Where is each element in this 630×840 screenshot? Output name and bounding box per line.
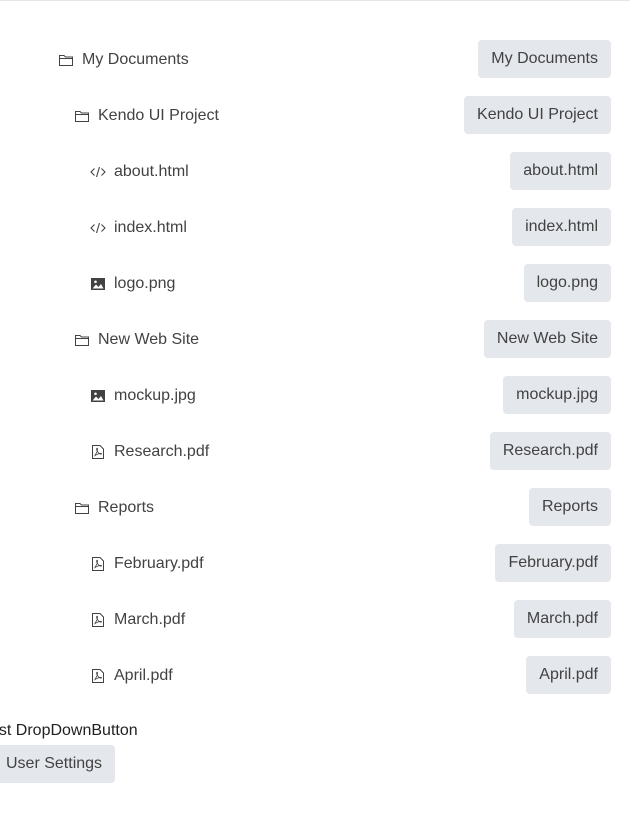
- tree-node-kendo-ui-project[interactable]: Kendo UI Project: [74, 88, 219, 144]
- tree-row: March.pdf March.pdf: [0, 592, 630, 648]
- tree-node-label: My Documents: [82, 51, 189, 68]
- file-tree: My Documents My Documents Kendo UI Proje…: [0, 32, 630, 704]
- kendo-ui-project-button[interactable]: Kendo UI Project: [464, 96, 611, 134]
- tree-node-mockup-jpg[interactable]: mockup.jpg: [90, 368, 196, 424]
- tree-row: Research.pdf Research.pdf: [0, 424, 630, 480]
- folder-icon: [58, 52, 74, 68]
- tree-node-label: New Web Site: [98, 331, 200, 348]
- tree-row: logo.png logo.png: [0, 256, 630, 312]
- april-pdf-button[interactable]: April.pdf: [526, 656, 611, 694]
- research-pdf-button[interactable]: Research.pdf: [489, 432, 611, 470]
- pdf-icon: [90, 668, 106, 684]
- folder-icon: [74, 500, 90, 516]
- tree-node-research-pdf[interactable]: Research.pdf: [90, 424, 209, 480]
- pdf-icon: [90, 444, 106, 460]
- tree-node-label: Research.pdf: [114, 443, 210, 460]
- tree-node-new-web-site[interactable]: New Web Site: [74, 312, 199, 368]
- image-icon: [90, 276, 106, 292]
- about-html-button[interactable]: about.html: [510, 152, 611, 190]
- tree-node-label: April.pdf: [114, 667, 173, 684]
- tree-node-label: Reports: [98, 499, 155, 516]
- tree-row: New Web Site New Web Site: [0, 312, 630, 368]
- code-icon: [90, 164, 106, 180]
- tree-row: index.html index.html: [0, 200, 630, 256]
- tree-node-february-pdf[interactable]: February.pdf: [90, 536, 204, 592]
- tree-node-logo-png[interactable]: logo.png: [90, 256, 175, 312]
- logo-png-button[interactable]: logo.png: [523, 264, 611, 302]
- tree-row: Kendo UI Project Kendo UI Project: [0, 88, 630, 144]
- march-pdf-button[interactable]: March.pdf: [513, 600, 611, 638]
- mockup-jpg-button[interactable]: mockup.jpg: [503, 376, 611, 414]
- image-icon: [90, 388, 106, 404]
- my-documents-button[interactable]: My Documents: [478, 40, 611, 78]
- tree-row: My Documents My Documents: [0, 32, 630, 88]
- tree-node-about-html[interactable]: about.html: [90, 144, 189, 200]
- pdf-icon: [90, 612, 106, 628]
- tree-node-reports[interactable]: Reports: [74, 480, 154, 536]
- folder-icon: [74, 108, 90, 124]
- tree-node-label: mockup.jpg: [114, 387, 196, 404]
- tree-row: February.pdf February.pdf: [0, 536, 630, 592]
- tree-node-april-pdf[interactable]: April.pdf: [90, 648, 173, 704]
- tree-node-label: index.html: [114, 219, 187, 236]
- tree-row: Reports Reports: [0, 480, 630, 536]
- tree-node-index-html[interactable]: index.html: [90, 200, 187, 256]
- top-divider: [0, 0, 630, 1]
- index-html-button[interactable]: index.html: [512, 208, 611, 246]
- february-pdf-button[interactable]: February.pdf: [495, 544, 611, 582]
- folder-icon: [74, 332, 90, 348]
- new-web-site-button[interactable]: New Web Site: [483, 320, 611, 358]
- dropdownbutton-test-label: est DropDownButton: [0, 722, 138, 739]
- tree-node-march-pdf[interactable]: March.pdf: [90, 592, 185, 648]
- tree-node-label: February.pdf: [114, 555, 204, 572]
- tree-node-label: logo.png: [114, 275, 176, 292]
- tree-row: about.html about.html: [0, 144, 630, 200]
- tree-node-label: March.pdf: [114, 611, 186, 628]
- tree-node-label: about.html: [114, 163, 189, 180]
- tree-row: mockup.jpg mockup.jpg: [0, 368, 630, 424]
- code-icon: [90, 220, 106, 236]
- reports-button[interactable]: Reports: [528, 488, 611, 526]
- pdf-icon: [90, 556, 106, 572]
- tree-node-label: Kendo UI Project: [98, 107, 219, 124]
- tree-row: April.pdf April.pdf: [0, 648, 630, 704]
- tree-node-my-documents[interactable]: My Documents: [58, 32, 189, 88]
- user-settings-button[interactable]: User Settings: [0, 745, 116, 783]
